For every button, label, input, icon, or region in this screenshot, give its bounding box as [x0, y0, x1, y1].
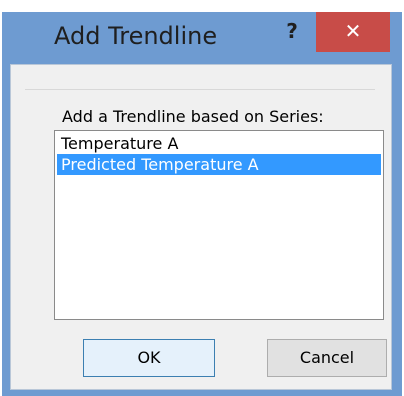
dialog-title: Add Trendline — [54, 22, 218, 50]
series-listbox[interactable]: Temperature A Predicted Temperature A — [54, 130, 384, 320]
cancel-button[interactable]: Cancel — [267, 339, 387, 377]
ok-button[interactable]: OK — [83, 339, 215, 377]
divider — [25, 89, 375, 90]
list-item-temperature-a[interactable]: Temperature A — [57, 133, 381, 154]
series-prompt-label: Add a Trendline based on Series: — [62, 107, 324, 126]
list-item-predicted-temperature-a[interactable]: Predicted Temperature A — [57, 154, 381, 175]
add-trendline-dialog: Add Trendline ? ✕ Add a Trendline based … — [2, 12, 402, 396]
close-icon[interactable]: ✕ — [316, 12, 390, 52]
help-icon[interactable]: ? — [270, 12, 314, 52]
title-bar[interactable]: Add Trendline ? ✕ — [2, 12, 402, 64]
dialog-body: Add a Trendline based on Series: Tempera… — [10, 64, 392, 390]
